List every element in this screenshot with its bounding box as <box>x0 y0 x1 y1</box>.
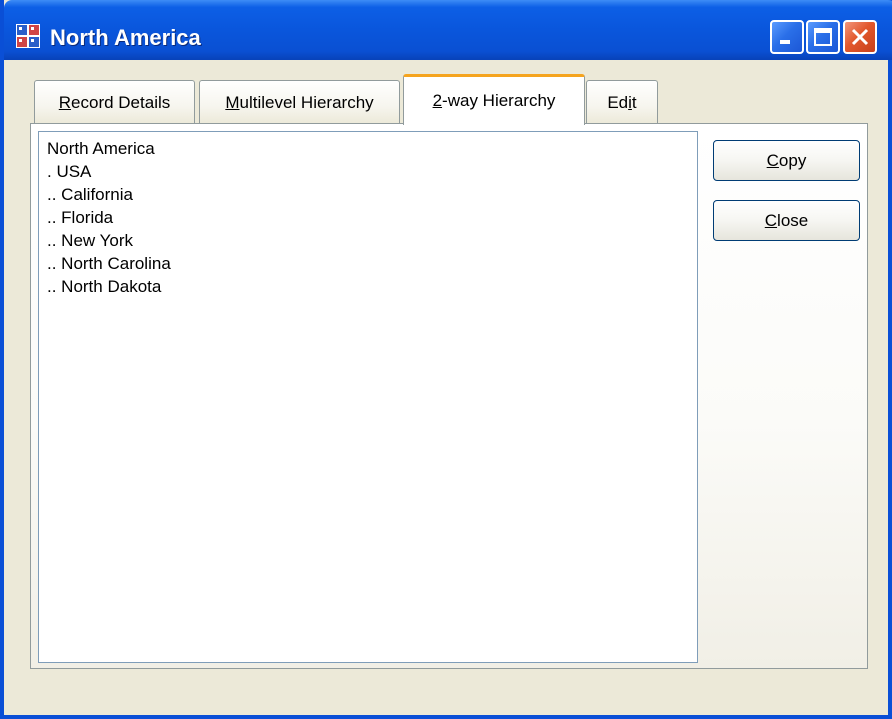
list-item[interactable]: .. New York <box>47 229 133 253</box>
tab-2-way-hierarchy[interactable]: 2-way Hierarchy <box>403 74 585 125</box>
button-accesskey: C <box>766 151 779 170</box>
list-item[interactable]: .. North Dakota <box>47 275 161 299</box>
list-item[interactable]: . USA <box>47 160 91 184</box>
list-item[interactable]: .. North Carolina <box>47 252 171 276</box>
tab-label-post: -way Hierarchy <box>442 91 556 110</box>
list-item[interactable]: .. California <box>47 183 133 207</box>
button-label: lose <box>777 211 809 230</box>
tab-label-accesskey: 2 <box>432 91 443 110</box>
tab-label-accesskey: M <box>225 93 240 112</box>
button-label: opy <box>778 151 807 170</box>
window-title: North America <box>50 25 201 50</box>
tab-label-pre: Ed <box>607 93 629 112</box>
hierarchy-grid-icon <box>16 24 40 48</box>
tab-label-accesskey: R <box>58 93 72 112</box>
hierarchy-listbox[interactable]: North America . USA .. California .. Flo… <box>38 131 698 663</box>
title-bar[interactable]: North America <box>4 0 892 60</box>
close-button[interactable]: Close <box>713 200 860 241</box>
minimize-button[interactable] <box>770 20 804 54</box>
tab-multilevel-hierarchy[interactable]: Multilevel Hierarchy <box>199 80 400 124</box>
copy-button[interactable]: Copy <box>713 140 860 181</box>
maximize-icon <box>814 28 832 46</box>
close-icon <box>851 28 869 46</box>
minimize-icon <box>780 40 790 44</box>
tab-label-post: t <box>631 93 637 112</box>
close-window-button[interactable] <box>843 20 877 54</box>
maximize-button[interactable] <box>806 20 840 54</box>
tab-label-post: ecord Details <box>71 93 171 112</box>
tab-record-details[interactable]: Record Details <box>34 80 195 124</box>
list-item[interactable]: North America <box>47 137 155 161</box>
list-item[interactable]: .. Florida <box>47 206 113 230</box>
button-accesskey: C <box>764 211 778 230</box>
tab-label-post: ultilevel Hierarchy <box>239 93 374 112</box>
tab-edit[interactable]: Edit <box>586 80 658 124</box>
